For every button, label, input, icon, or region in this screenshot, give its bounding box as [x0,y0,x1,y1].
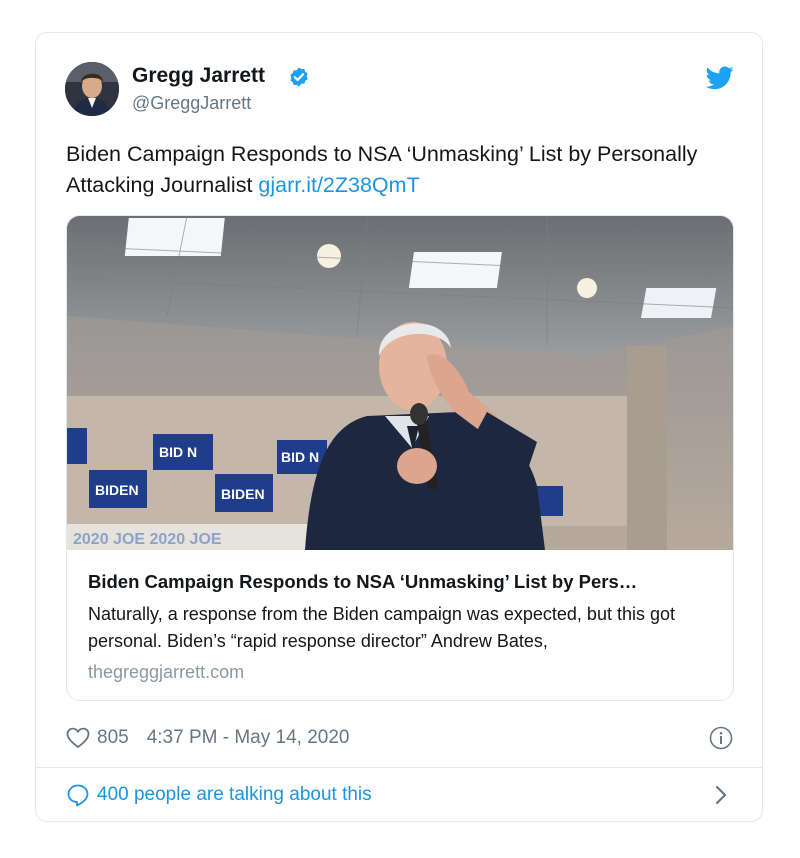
avatar[interactable] [65,62,119,116]
verified-icon [290,67,308,87]
svg-text:BID N: BID N [281,449,319,465]
svg-text:BIDEN: BIDEN [95,482,139,498]
divider [36,767,762,768]
chevron-right-icon[interactable] [714,784,728,806]
heart-icon[interactable] [66,727,90,749]
embedded-tweet-card: Gregg Jarrett @GreggJarrett Biden Campai… [35,32,763,822]
card-domain: thegreggjarrett.com [88,662,245,682]
speech-bubble-icon [67,784,89,807]
twitter-bird-icon[interactable] [706,66,734,90]
tweet-link[interactable]: gjarr.it/2Z38QmT [258,173,419,197]
card-title[interactable]: Biden Campaign Responds to NSA ‘Unmaskin… [88,571,708,593]
svg-text:BIDEN: BIDEN [221,486,265,502]
card-description: Naturally, a response from the Biden cam… [88,604,675,651]
info-icon[interactable] [709,726,733,750]
like-count[interactable]: 805 [97,727,129,749]
talking-label[interactable]: 400 people are talking about this [97,784,372,806]
article-image: BID N BID N BIDEN BIDEN 2020 JOE 2020 JO… [67,216,733,550]
sign-text: BID N [159,444,197,460]
tweet-meta: 805 4:37 PM - May 14, 2020 [66,726,349,750]
banner-text: 2020 JOE 2020 JOE [73,531,222,548]
link-preview-card[interactable]: BID N BID N BIDEN BIDEN 2020 JOE 2020 JO… [66,215,734,701]
tweet-text: Biden Campaign Responds to NSA ‘Unmaskin… [66,139,706,201]
timestamp[interactable]: 4:37 PM - May 14, 2020 [147,727,350,749]
author-handle[interactable]: @GreggJarrett [132,93,251,114]
conversation-link[interactable]: 400 people are talking about this [66,783,372,807]
author-name[interactable]: Gregg Jarrett [132,64,265,88]
